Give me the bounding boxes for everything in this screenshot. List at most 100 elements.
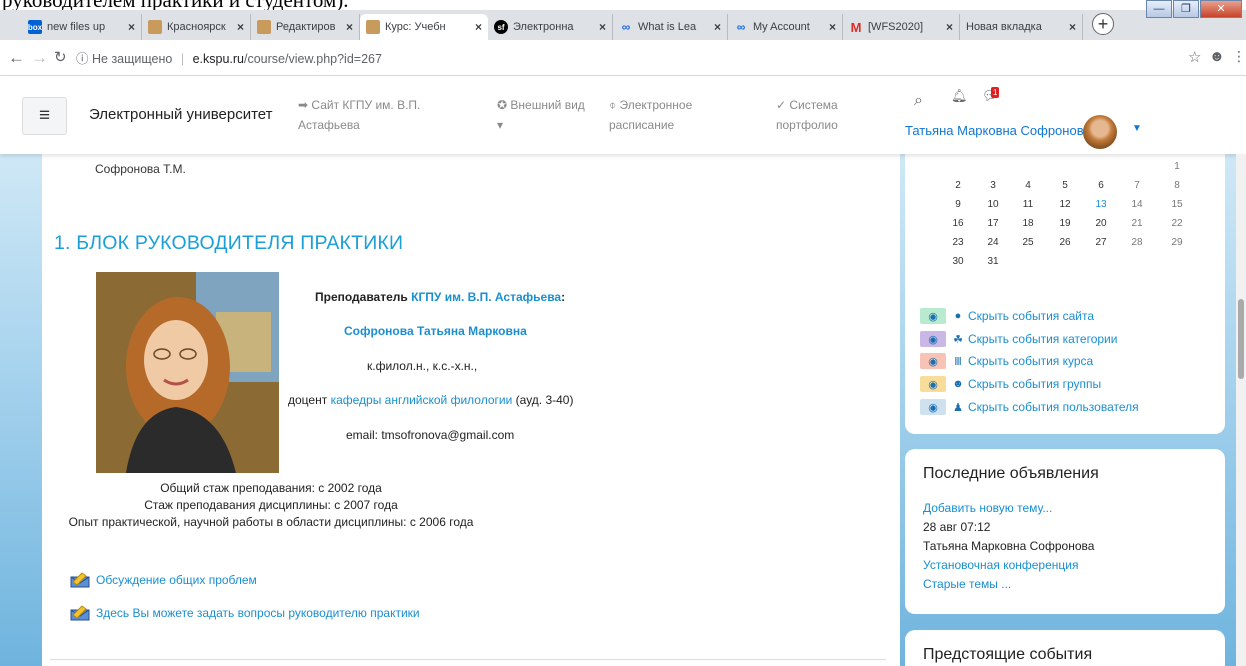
calendar-day[interactable]: 20 <box>1091 218 1111 229</box>
calendar-day[interactable]: 27 <box>1091 237 1111 248</box>
old-topics-link[interactable]: Старые темы ... <box>923 575 1094 594</box>
calendar-day[interactable]: 21 <box>1127 218 1147 229</box>
calendar-day[interactable]: 28 <box>1127 237 1147 248</box>
calendar-day[interactable]: 10 <box>983 199 1003 210</box>
tab-6[interactable]: ∞ What is Lea × <box>613 14 728 40</box>
close-icon[interactable]: × <box>714 20 721 34</box>
calendar-day[interactable]: 19 <box>1055 218 1075 229</box>
calendar-day[interactable]: 2 <box>948 180 968 191</box>
nav-link-kspu[interactable]: ➡ Сайт КГПУ им. В.П. Астафьева <box>298 95 420 135</box>
tab-8[interactable]: M [WFS2020] × <box>843 14 960 40</box>
role-prefix: Преподаватель <box>315 290 408 304</box>
calendar-day[interactable]: 24 <box>983 237 1003 248</box>
forward-arrow-icon[interactable]: → <box>31 48 48 68</box>
forum-link-general[interactable]: Обсуждение общих проблем <box>70 572 257 588</box>
tab-7[interactable]: ∞ My Account × <box>728 14 843 40</box>
close-icon[interactable]: × <box>128 20 135 34</box>
tab-3[interactable]: Редактиров × <box>251 14 360 40</box>
calendar-day[interactable]: 11 <box>1018 199 1038 210</box>
calendar-day[interactable]: 15 <box>1167 199 1187 210</box>
post-date: 28 авг 07:12 <box>923 520 991 534</box>
calendar-day[interactable]: 18 <box>1018 218 1038 229</box>
close-icon[interactable]: × <box>1069 20 1076 34</box>
toggle-group-events[interactable]: ◉ ☻ Скрыть события группы <box>920 376 1101 392</box>
calendar-day[interactable]: 6 <box>1091 180 1111 191</box>
close-icon[interactable]: × <box>346 20 353 34</box>
search-icon[interactable]: ⌕ <box>914 92 923 110</box>
toggle-user-events[interactable]: ◉ ♟ Скрыть события пользователя <box>920 399 1139 415</box>
eye-icon: ◉ <box>920 308 946 324</box>
url-path: /course/view.php?id=267 <box>244 52 382 66</box>
nav-link-appearance[interactable]: ✪ Внешний вид ▾ <box>497 95 585 135</box>
calendar-day[interactable]: 22 <box>1167 218 1187 229</box>
toggle-course-events[interactable]: ◉ Ⅲ Скрыть события курса <box>920 353 1093 369</box>
toggle-category-events[interactable]: ◉ ☘ Скрыть события категории <box>920 331 1117 347</box>
new-tab-button[interactable]: + <box>1092 13 1114 35</box>
bell-icon[interactable]: 🔔︎ <box>951 88 968 104</box>
calendar-day[interactable]: 5 <box>1055 180 1075 191</box>
toggle-site-events[interactable]: ◉ ● Скрыть события сайта <box>920 308 1094 324</box>
calendar-day[interactable]: 17 <box>983 218 1003 229</box>
calendar-block: 1 2 3 4 5 6 7 8 9 10 11 12 13 14 15 16 17 18 19 20 21 22 23 24 2… <box>905 140 1225 434</box>
add-topic-link[interactable]: Добавить новую тему... <box>923 499 1094 518</box>
scrollbar-thumb[interactable] <box>1238 299 1244 379</box>
url-field[interactable]: ⓘ Не защищено | e.kspu.ru/course/view.ph… <box>76 48 382 67</box>
window-close-button[interactable]: ✕ <box>1200 0 1242 18</box>
post-topic-link[interactable]: Установочная конференция <box>923 556 1094 575</box>
calendar-day[interactable]: 9 <box>948 199 968 210</box>
calendar-day[interactable]: 12 <box>1055 199 1075 210</box>
menu-dots-icon[interactable]: ⋮ <box>1232 48 1246 65</box>
calendar-day[interactable]: 16 <box>948 218 968 229</box>
tab-4-active[interactable]: Курс: Учебн × <box>360 14 488 40</box>
calendar-day[interactable]: 26 <box>1055 237 1075 248</box>
document-clip: руководителем практики и студентом). <box>0 0 1246 10</box>
teacher-name-link[interactable]: Софронова Татьяна Марковна <box>344 324 527 338</box>
minimize-button[interactable]: — <box>1146 0 1172 18</box>
tab-label: Редактиров <box>276 21 336 33</box>
forum-icon <box>70 572 90 588</box>
chevron-down-icon[interactable]: ▼ <box>1132 123 1142 134</box>
eye-icon: ◉ <box>920 376 946 392</box>
nav-link-schedule[interactable]: ⌽ Электронное расписание <box>609 95 692 135</box>
calendar-day[interactable]: 25 <box>1018 237 1038 248</box>
tab-label: Новая вкладка <box>966 21 1042 33</box>
calendar-day[interactable]: 4 <box>1018 180 1038 191</box>
tab-5[interactable]: sf Электронна × <box>488 14 613 40</box>
calendar-day[interactable]: 13 <box>1091 199 1111 210</box>
reload-icon[interactable]: ↻ <box>54 48 67 66</box>
university-link[interactable]: КГПУ им. В.П. Астафьева <box>411 290 561 304</box>
calendar-day[interactable]: 1 <box>1167 161 1187 172</box>
profile-icon[interactable]: ☻ <box>1209 48 1225 65</box>
nav-link-portfolio[interactable]: ✓ Система портфолио <box>776 95 838 135</box>
close-icon[interactable]: × <box>237 20 244 34</box>
back-arrow-icon[interactable]: ← <box>8 48 25 68</box>
nav-link-line: ⌽ Электронное <box>609 98 693 112</box>
cubes-icon: ☘ <box>953 333 963 346</box>
calendar-day[interactable]: 8 <box>1167 180 1187 191</box>
tab-2[interactable]: Красноярск × <box>142 14 251 40</box>
close-icon[interactable]: × <box>475 20 482 34</box>
calendar-day[interactable]: 29 <box>1167 237 1187 248</box>
avatar[interactable] <box>1083 115 1117 149</box>
close-icon[interactable]: × <box>599 20 606 34</box>
calendar-day[interactable]: 31 <box>983 256 1003 267</box>
calendar-day[interactable]: 30 <box>948 256 968 267</box>
page-scrollbar[interactable] <box>1236 154 1246 666</box>
calendar-day[interactable]: 23 <box>948 237 968 248</box>
site-brand[interactable]: Электронный университет <box>89 106 273 123</box>
calendar-day[interactable]: 3 <box>983 180 1003 191</box>
close-icon[interactable]: × <box>946 20 953 34</box>
hamburger-menu-button[interactable]: ≡ <box>22 97 67 135</box>
calendar-day[interactable]: 7 <box>1127 180 1147 191</box>
calendar-day[interactable]: 14 <box>1127 199 1147 210</box>
close-icon[interactable]: × <box>829 20 836 34</box>
tab-9[interactable]: Новая вкладка × <box>960 14 1083 40</box>
star-icon[interactable]: ☆ <box>1188 48 1201 66</box>
user-name[interactable]: Татьяна Марковна Софронова <box>905 123 1091 138</box>
teacher-name[interactable]: Софронова Татьяна Марковна <box>344 324 527 338</box>
maximize-button[interactable]: ❐ <box>1173 0 1199 18</box>
tab-1[interactable]: box new files up × <box>22 14 142 40</box>
eye-icon: ◉ <box>920 353 946 369</box>
forum-link-questions[interactable]: Здесь Вы можете задать вопросы руководит… <box>70 605 420 621</box>
department-link[interactable]: кафедры английской филологии <box>331 393 513 407</box>
